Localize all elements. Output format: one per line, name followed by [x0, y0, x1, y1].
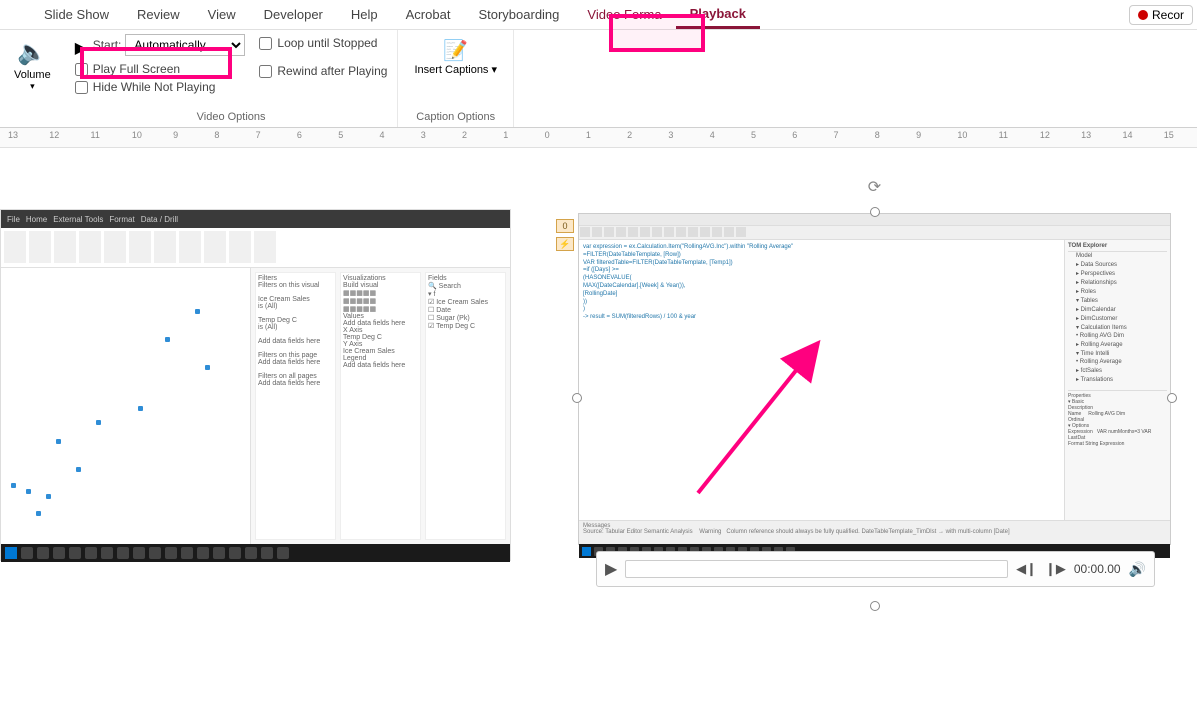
ruler-tick: 1 — [586, 130, 591, 140]
step-forward-button[interactable]: ❙▶ — [1045, 561, 1066, 577]
video-player-controls: ▶ ◀❙ ❙▶ 00:00.00 🔊 — [596, 551, 1155, 587]
tab-acrobat[interactable]: Acrobat — [392, 2, 465, 27]
time-display: 00:00.00 — [1074, 562, 1121, 576]
ruler-tick: 6 — [792, 130, 797, 140]
vid2-code-editor: var expression = ex.Calculation.Item("Ro… — [579, 240, 1065, 520]
insert-captions-button[interactable]: 📝 Insert Captions ▾ — [408, 34, 503, 81]
vid1-panes: FiltersFilters on this visualIce Cream S… — [250, 268, 510, 544]
resize-handle-n[interactable] — [870, 207, 880, 217]
volume-icon[interactable]: 🔊 — [1129, 561, 1146, 578]
video-options-group-label: Video Options — [75, 109, 388, 125]
checkbox-icon[interactable] — [75, 63, 88, 76]
ruler-tick: 11 — [999, 130, 1008, 140]
tab-playback[interactable]: Playback — [676, 1, 760, 29]
ruler-tick: 6 — [297, 130, 302, 140]
play-button[interactable]: ▶ — [605, 559, 617, 579]
hide-while-not-playing-checkbox[interactable]: Hide While Not Playing — [75, 80, 246, 94]
volume-icon: 🔈 — [17, 38, 47, 67]
caption-options-group-label: Caption Options — [408, 109, 503, 125]
side-badge-lightning: ⚡ — [556, 237, 574, 251]
ruler-tick: 1 — [503, 130, 508, 140]
record-button[interactable]: Recor — [1129, 5, 1193, 25]
ruler-tick: 8 — [214, 130, 219, 140]
vid1-toolbar — [1, 228, 510, 268]
start-label: Start: — [93, 38, 122, 52]
side-badge-count: 0 — [556, 219, 574, 233]
play-fullscreen-checkbox[interactable]: Play Full Screen — [75, 62, 246, 76]
ribbon-tabs: Slide Show Review View Developer Help Ac… — [0, 0, 1197, 30]
chevron-down-icon: ▾ — [30, 81, 35, 92]
checkbox-icon[interactable] — [259, 37, 272, 50]
ruler-tick: 7 — [834, 130, 839, 140]
ruler-tick: 13 — [8, 130, 18, 140]
tab-help[interactable]: Help — [337, 2, 392, 27]
ruler-tick: 12 — [1040, 130, 1050, 140]
ruler-tick: 0 — [545, 130, 550, 140]
ruler-tick: 3 — [668, 130, 673, 140]
step-back-button[interactable]: ◀❙ — [1016, 561, 1037, 577]
tab-developer[interactable]: Developer — [250, 2, 337, 27]
video-right: var expression = ex.Calculation.Item("Ro… — [578, 213, 1171, 545]
tab-videoformat[interactable]: Video Forma — [573, 2, 675, 27]
volume-label: Volume — [14, 69, 51, 81]
ruler-tick: 2 — [627, 130, 632, 140]
record-dot-icon — [1138, 10, 1148, 20]
horizontal-ruler: 131211109876543210123456789101112131415 — [0, 128, 1197, 148]
captions-icon: 📝 — [442, 38, 470, 62]
ruler-tick: 5 — [751, 130, 756, 140]
insert-captions-label: Insert Captions ▾ — [414, 64, 497, 77]
resize-handle-e[interactable] — [1167, 393, 1177, 403]
ruler-tick: 2 — [462, 130, 467, 140]
ruler-tick: 7 — [256, 130, 261, 140]
tab-storyboarding[interactable]: Storyboarding — [464, 2, 573, 27]
video-right-selected[interactable]: ⟳ 0 ⚡ var expression = ex.Calculation.It… — [578, 213, 1171, 583]
ruler-tick: 4 — [710, 130, 715, 140]
resize-handle-s[interactable] — [870, 601, 880, 611]
seek-track[interactable] — [625, 560, 1008, 578]
vid2-messages: MessagesSource: Tabular Editor Semantic … — [579, 520, 1170, 544]
checkbox-icon[interactable] — [75, 81, 88, 94]
ruler-tick: 10 — [957, 130, 967, 140]
ruler-tick: 13 — [1081, 130, 1091, 140]
volume-button[interactable]: 🔈 Volume ▾ — [10, 34, 55, 96]
resize-handle-w[interactable] — [572, 393, 582, 403]
rotate-handle-icon[interactable]: ⟳ — [868, 177, 881, 197]
ruler-tick: 9 — [916, 130, 921, 140]
slide-canvas[interactable]: FileHomeExternal ToolsFormatData / Drill… — [0, 148, 1197, 711]
ribbon: 🔈 Volume ▾ ▶ Start: Automatically Play F… — [0, 30, 1197, 128]
checkbox-icon[interactable] — [259, 65, 272, 78]
rewind-checkbox[interactable]: Rewind after Playing — [259, 64, 387, 78]
loop-checkbox[interactable]: Loop until Stopped — [259, 36, 387, 50]
ruler-tick: 11 — [91, 130, 100, 140]
tab-slideshow[interactable]: Slide Show — [30, 2, 123, 27]
tab-view[interactable]: View — [194, 2, 250, 27]
ruler-tick: 8 — [875, 130, 880, 140]
ruler-tick: 9 — [173, 130, 178, 140]
vid1-scatter-chart — [1, 268, 250, 544]
start-select[interactable]: Automatically — [125, 34, 245, 56]
ruler-tick: 3 — [421, 130, 426, 140]
vid1-taskbar — [1, 544, 510, 562]
vid1-titlebar: FileHomeExternal ToolsFormatData / Drill — [1, 210, 510, 228]
record-label: Recor — [1152, 8, 1184, 22]
vid2-explorer: TOM Explorer Model▸ Data Sources▸ Perspe… — [1065, 240, 1170, 520]
ruler-tick: 10 — [132, 130, 142, 140]
ruler-tick: 12 — [49, 130, 59, 140]
video-left[interactable]: FileHomeExternal ToolsFormatData / Drill… — [0, 209, 511, 561]
tab-review[interactable]: Review — [123, 2, 194, 27]
ruler-tick: 14 — [1122, 130, 1132, 140]
ruler-tick: 5 — [338, 130, 343, 140]
ruler-tick: 4 — [379, 130, 384, 140]
ruler-tick: 15 — [1164, 130, 1174, 140]
